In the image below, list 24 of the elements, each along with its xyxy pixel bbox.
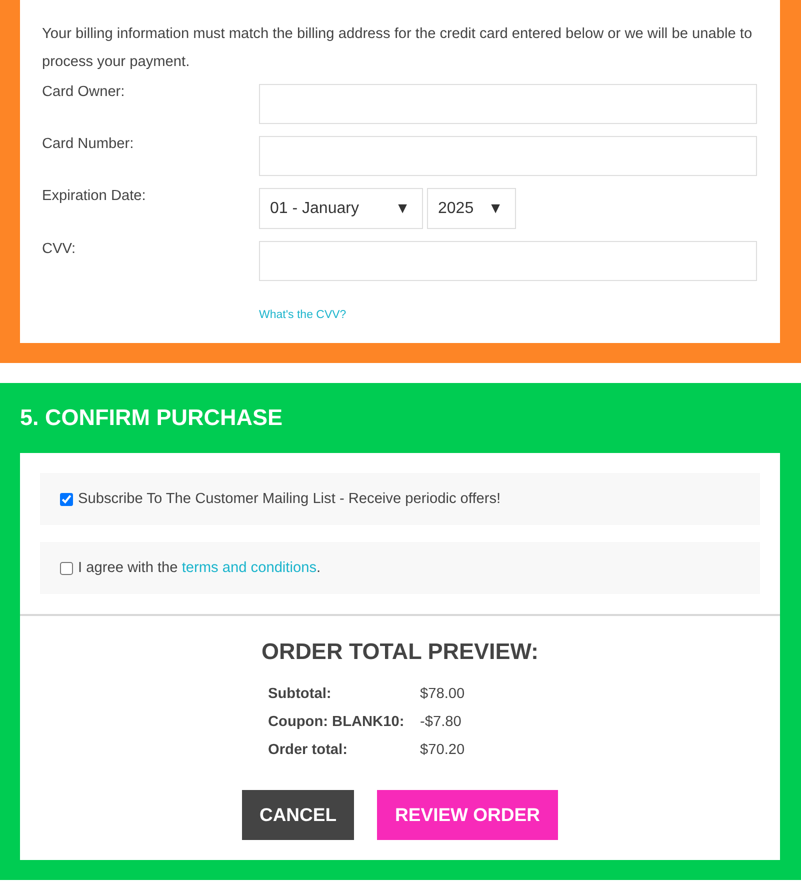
- section-title: 5. CONFIRM PURCHASE: [20, 404, 284, 432]
- field-label: CVV:: [42, 241, 77, 259]
- total-label: Coupon: BLANK10:: [268, 714, 404, 730]
- cancel-button[interactable]: CANCEL: [242, 790, 354, 840]
- checkbox[interactable]: [60, 562, 73, 574]
- text-input[interactable]: [259, 84, 757, 124]
- option-text: I agree with the terms and conditions.: [78, 560, 321, 576]
- field-label: Card Owner:: [42, 84, 126, 102]
- dropdown[interactable]: 2025 ▼: [427, 188, 516, 229]
- billing-notice: Your billing information must match the billing address for the credit card entered below or we will be unable to process your payment.: [42, 25, 754, 72]
- total-value: -$7.80: [420, 714, 462, 730]
- field-label: Expiration Date:: [42, 188, 147, 206]
- total-label: Subtotal:: [268, 686, 332, 702]
- dropdown[interactable]: 01 - January ▼: [259, 188, 423, 229]
- text-input[interactable]: [259, 136, 757, 176]
- option-text: Subscribe To The Customer Mailing List - Receive periodic offers!: [78, 491, 501, 507]
- preview-title: ORDER TOTAL PREVIEW:: [261, 638, 539, 666]
- total-value: $70.20: [420, 742, 465, 758]
- checkbox[interactable]: [60, 492, 73, 506]
- field-label: Card Number:: [42, 136, 135, 154]
- total-label: Order total:: [268, 742, 348, 758]
- text-input[interactable]: [259, 241, 757, 281]
- review-order-button[interactable]: REVIEW ORDER: [377, 790, 558, 840]
- total-value: $78.00: [420, 686, 465, 702]
